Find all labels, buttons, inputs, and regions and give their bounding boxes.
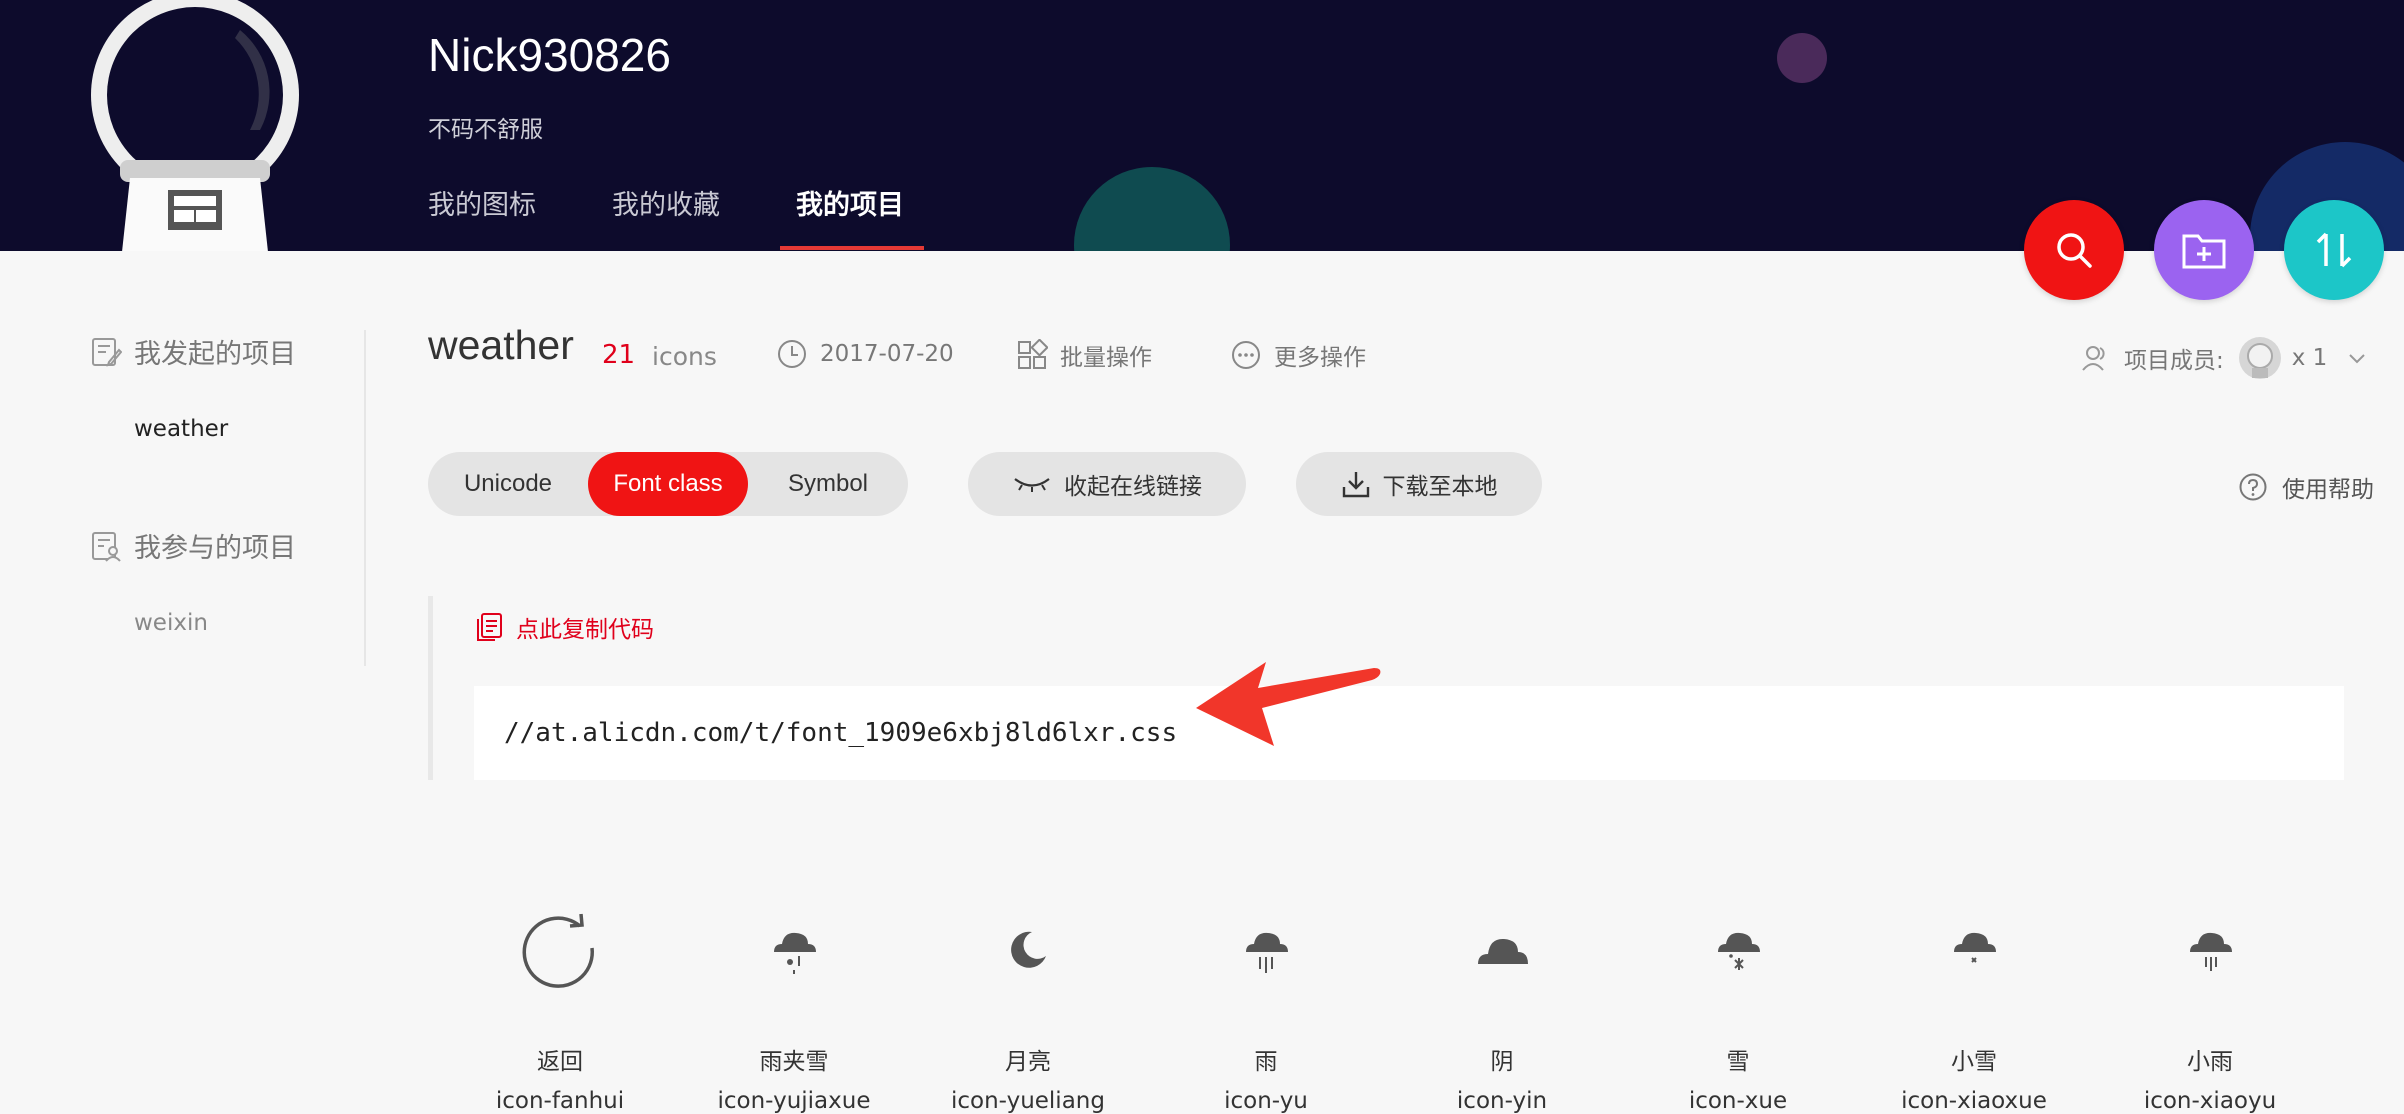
cloud-rain-icon [1246,932,1288,973]
search-button[interactable] [2024,200,2124,300]
icon-label: 小雨 [2187,1049,2233,1075]
icon-label: 雪 [1726,1049,1750,1075]
tab-my-favorites[interactable]: 我的收藏 [612,183,720,222]
font-css-url[interactable]: //at.alicdn.com/t/font_1909e6xbj8ld6lxr.… [504,718,1177,748]
sidebar-heading-label: 我参与的项目 [134,533,296,564]
sidebar-heading-joined-projects: 我参与的项目 [90,526,296,565]
search-icon [2057,233,2092,268]
help-label: 使用帮助 [2282,477,2374,503]
moon-icon [1011,931,1046,968]
icon-class: icon-xiaoyu [2143,1088,2277,1114]
icon-card[interactable]: 雪 icon-xue [1638,900,1838,1114]
icon-label: 雨 [1254,1049,1278,1075]
icon-label: 小雪 [1951,1049,1997,1075]
active-tab-indicator [780,246,924,250]
eye-closed-icon [1014,478,1050,492]
more-operations-button[interactable]: 更多操作 [1230,338,1366,372]
refresh-icon [522,913,594,988]
icon-class: icon-yin [1456,1088,1548,1114]
joined-project-icon [92,531,121,562]
tab-symbol[interactable]: Symbol [748,452,908,516]
cloud-light-rain-icon [2190,932,2232,971]
grid-icon [1018,339,1048,369]
collapse-online-link-button[interactable]: 收起在线链接 [968,452,1246,516]
download-icon [1342,472,1369,498]
clock-icon [778,340,806,368]
cloud-icon [1478,938,1528,964]
sort-button[interactable] [2284,200,2384,300]
astronaut-avatar-icon [91,0,299,251]
members-label: 项目成员: [2124,348,2224,374]
batch-operations-button[interactable]: 批量操作 [1016,338,1152,372]
tab-my-icons[interactable]: 我的图标 [428,183,536,222]
icon-card[interactable]: 雨 icon-yu [1166,900,1366,1114]
project-date: 2017-07-20 [776,338,954,370]
icon-class: icon-yujiaxue [717,1088,871,1114]
more-operations-label: 更多操作 [1274,345,1366,371]
icon-class: icon-xue [1688,1088,1788,1114]
icon-class: icon-xiaoxue [1901,1088,2047,1114]
cloud-sleet-icon [774,932,816,974]
icon-card[interactable]: 返回 icon-fanhui [460,900,660,1114]
icon-card[interactable]: 雨夹雪 icon-yujiaxue [694,900,894,1114]
tab-font-class[interactable]: Font class [588,452,748,516]
icon-label: 阴 [1490,1049,1514,1075]
icon-class: icon-fanhui [495,1088,625,1114]
project-date-text: 2017-07-20 [820,341,954,367]
sidebar-item-weather[interactable]: weather [134,416,228,442]
user-bio: 不码不舒服 [428,117,543,143]
icon-count: 21 [602,340,636,370]
decorative-circle [1074,167,1230,251]
project-members[interactable]: 项目成员: x 1 [2080,336,2379,380]
decorative-circle [1777,33,1827,83]
download-label: 下载至本地 [1382,474,1498,500]
format-selector: Unicode Font class Symbol [428,452,908,516]
icon-card[interactable]: 月亮 icon-yueliang [928,900,1128,1114]
more-icon [1232,341,1260,369]
members-icon [2082,346,2105,371]
icon-card[interactable]: 阴 icon-yin [1402,900,1602,1114]
icon-class: icon-yu [1224,1088,1308,1114]
folder-add-icon [2182,234,2226,269]
sidebar-item-weixin[interactable]: weixin [134,610,208,636]
copy-code-label: 点此复制代码 [516,617,654,643]
help-icon [2239,473,2267,501]
sidebar-divider [364,330,366,666]
icon-label: 返回 [537,1049,583,1075]
chevron-down-icon [2349,354,2366,364]
sort-icon [2316,232,2352,268]
icon-label: 雨夹雪 [759,1049,829,1075]
tab-unicode[interactable]: Unicode [428,452,588,516]
icon-card[interactable]: 小雪 icon-xiaoxue [1874,900,2074,1114]
username: Nick930826 [428,29,671,81]
new-folder-button[interactable] [2154,200,2254,300]
members-count: x 1 [2291,345,2328,371]
icon-class: icon-yueliang [951,1088,1105,1114]
annotation-arrow-icon [1196,662,1381,746]
project-title: weather [428,322,574,368]
icon-card[interactable]: 小雨 icon-xiaoyu [2110,900,2310,1114]
edit-project-icon [92,337,122,367]
sidebar-heading-label: 我发起的项目 [134,339,296,370]
copy-code-button[interactable]: 点此复制代码 [474,610,654,644]
sidebar-heading-my-projects: 我发起的项目 [90,332,296,371]
batch-operations-label: 批量操作 [1060,345,1152,371]
tab-my-projects[interactable]: 我的项目 [796,183,904,222]
collapse-online-link-label: 收起在线链接 [1064,474,1202,500]
help-link[interactable]: 使用帮助 [2238,470,2374,504]
copy-icon [477,613,502,641]
cloud-light-snow-icon [1954,932,1996,963]
download-button[interactable]: 下载至本地 [1296,452,1542,516]
cloud-snow-icon [1718,932,1760,970]
member-avatar-icon [2238,337,2281,379]
icon-count-label: icons [652,342,717,371]
icon-label: 月亮 [1005,1049,1051,1075]
